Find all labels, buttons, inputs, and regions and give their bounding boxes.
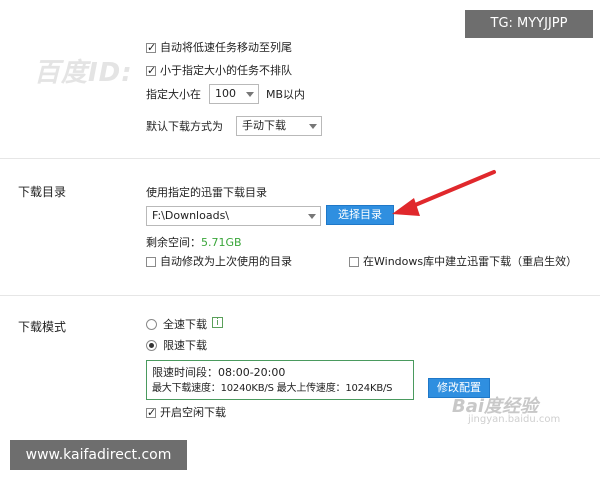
path-select[interactable]: F:\Downloads\ xyxy=(146,206,321,226)
default-mode-label: 默认下载方式为 xyxy=(146,120,223,133)
download-dir-section-label: 下载目录 xyxy=(18,185,67,199)
size-unit-label: MB以内 xyxy=(266,88,306,101)
auto-modify-checkbox[interactable] xyxy=(146,257,156,267)
choose-dir-button[interactable]: 选择目录 xyxy=(326,205,394,225)
default-mode-value: 手动下载 xyxy=(242,119,286,132)
limit-speed-text: 最大下载速度：10240KB/S 最大上传速度：1024KB/S xyxy=(152,383,393,394)
size-select[interactable]: 100 xyxy=(209,84,259,104)
section-divider xyxy=(0,295,600,296)
limit-config-frame: 限速时间段：08:00-20:00 最大下载速度：10240KB/S 最大上传速… xyxy=(146,360,414,400)
tg-label: TG: MYYJJPP xyxy=(465,10,593,38)
info-icon[interactable]: i xyxy=(212,317,223,328)
chevron-down-icon xyxy=(246,92,254,97)
limited-speed-label: 限速下载 xyxy=(163,339,207,352)
auto-modify-label: 自动修改为上次使用的目录 xyxy=(160,255,292,268)
full-speed-radio[interactable] xyxy=(146,319,157,330)
download-mode-section-label: 下载模式 xyxy=(18,320,67,334)
chevron-down-icon xyxy=(309,124,317,129)
red-arrow-icon xyxy=(392,170,496,216)
free-space-value: 5.71GB xyxy=(201,236,242,249)
windows-lib-label: 在Windows库中建立迅雷下载（重启生效） xyxy=(363,255,578,268)
idle-download-checkbox[interactable] xyxy=(146,406,156,419)
full-speed-label: 全速下载 xyxy=(163,318,207,331)
free-space-label: 剩余空间：5.71GB xyxy=(146,236,242,249)
limited-speed-radio[interactable] xyxy=(146,340,157,351)
free-space-title: 剩余空间： xyxy=(146,236,201,249)
limit-time-text: 限速时间段：08:00-20:00 xyxy=(152,366,286,379)
chevron-down-icon xyxy=(308,214,316,219)
use-dir-label: 使用指定的迅雷下载目录 xyxy=(146,186,267,199)
windows-lib-checkbox[interactable] xyxy=(349,257,359,267)
move-slow-checkbox[interactable] xyxy=(146,41,156,54)
size-label: 指定大小在 xyxy=(146,88,201,101)
small-first-checkbox[interactable] xyxy=(146,64,156,77)
baidu-url-watermark: jingyan.baidu.com xyxy=(468,414,561,425)
small-first-label: 小于指定大小的任务不排队 xyxy=(160,64,292,77)
move-slow-label: 自动将低速任务移动至列尾 xyxy=(160,41,292,54)
watermark-top: 百度ID: xyxy=(34,58,133,88)
section-divider xyxy=(0,158,600,159)
path-value: F:\Downloads\ xyxy=(152,209,229,222)
idle-download-label: 开启空闲下载 xyxy=(160,406,226,419)
site-label: www.kaifadirect.com xyxy=(10,440,187,470)
default-mode-select[interactable]: 手动下载 xyxy=(236,116,322,136)
size-select-value: 100 xyxy=(215,87,236,100)
